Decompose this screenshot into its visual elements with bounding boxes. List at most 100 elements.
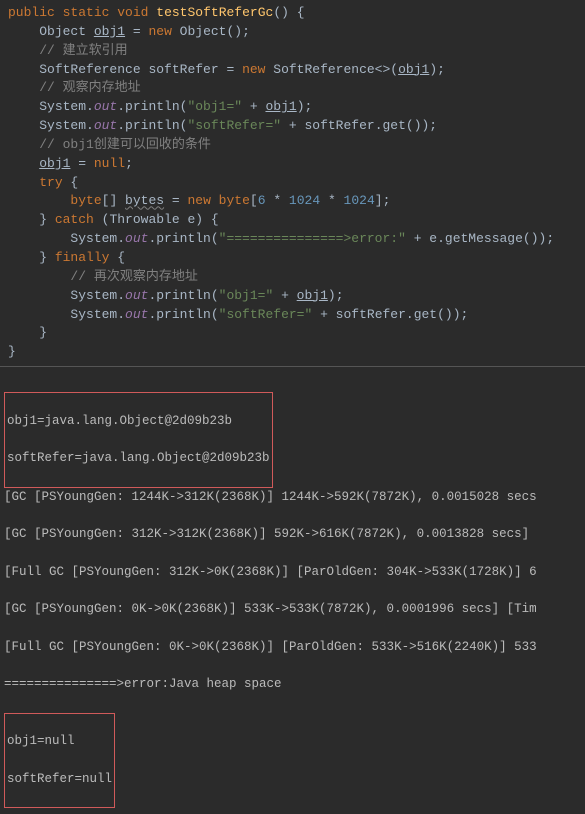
code-line: // obj1创建可以回收的条件 [8, 136, 577, 155]
code-line: System.out.println("obj1=" + obj1); [8, 98, 577, 117]
punct: () { [273, 5, 304, 20]
keyword-null: null [94, 156, 125, 171]
console-line-error: ===============>error:Java heap space [4, 675, 581, 694]
console-line-gc: [GC [PSYoungGen: 0K->0K(2368K)] 533K->53… [4, 600, 581, 619]
keyword-new: new [187, 193, 210, 208]
code-line: // 建立软引用 [8, 42, 577, 61]
field-out: out [94, 99, 117, 114]
code-line: obj1 = null; [8, 155, 577, 174]
string: "===============>error:" [219, 231, 406, 246]
field-out: out [94, 118, 117, 133]
ctor: SoftReference<>( [265, 62, 398, 77]
console-line: obj1=java.lang.Object@2d09b23b [7, 412, 270, 431]
code-line: } finally { [8, 249, 577, 268]
keyword-new: new [242, 62, 265, 77]
arr: [] [102, 193, 125, 208]
comment: // 建立软引用 [39, 43, 127, 58]
op: * [320, 193, 343, 208]
dot: .println( [148, 307, 218, 322]
tail: + e.getMessage()); [406, 231, 554, 246]
field-out: out [125, 288, 148, 303]
console-output[interactable]: obj1=java.lang.Object@2d09b23b softRefer… [0, 366, 585, 814]
eq: = [164, 193, 187, 208]
field-out: out [125, 231, 148, 246]
punct: ); [297, 99, 313, 114]
num: 1024 [289, 193, 320, 208]
string: "obj1=" [219, 288, 274, 303]
dot: .println( [117, 99, 187, 114]
arg-obj1: obj1 [398, 62, 429, 77]
comment: // obj1创建可以回收的条件 [39, 137, 211, 152]
arg: obj1 [265, 99, 296, 114]
sys: System. [70, 307, 125, 322]
dot: .println( [148, 231, 218, 246]
plus: + [242, 99, 265, 114]
code-line: System.out.println("softRefer=" + softRe… [8, 117, 577, 136]
brace: { [109, 250, 125, 265]
sys: System. [39, 118, 94, 133]
code-line: System.out.println("softRefer=" + softRe… [8, 306, 577, 325]
arg: obj1 [297, 288, 328, 303]
code-line: System.out.println("===============>erro… [8, 230, 577, 249]
type-softref: SoftReference [39, 62, 140, 77]
brace: } [39, 212, 55, 227]
type-byte: byte [70, 193, 101, 208]
brace: { [63, 175, 79, 190]
sys: System. [70, 231, 125, 246]
type-byte: byte [211, 193, 250, 208]
string: "obj1=" [187, 99, 242, 114]
sys: System. [39, 99, 94, 114]
code-line: } [8, 343, 577, 362]
code-line: } [8, 324, 577, 343]
sys: System. [70, 288, 125, 303]
code-editor[interactable]: public static void testSoftReferGc() { O… [0, 0, 585, 366]
type-object: Object [39, 24, 86, 39]
keyword-catch: catch [55, 212, 94, 227]
highlight-box-2: obj1=null softRefer=null [4, 713, 115, 809]
brace: } [39, 250, 55, 265]
comment: // 观察内存地址 [39, 80, 140, 95]
var: softRefer = [141, 62, 242, 77]
var-obj1: obj1 [94, 24, 125, 39]
console-line: obj1=null [7, 732, 112, 751]
punct: ); [328, 288, 344, 303]
var-bytes: bytes [125, 193, 164, 208]
console-line-gc: [GC [PSYoungGen: 1244K->312K(2368K)] 124… [4, 488, 581, 507]
br: [ [250, 193, 258, 208]
method-name: testSoftReferGc [156, 5, 273, 20]
keyword-static: static [63, 5, 110, 20]
code-line: Object obj1 = new Object(); [8, 23, 577, 42]
num: 6 [258, 193, 266, 208]
tail: + softRefer.get()); [312, 307, 468, 322]
eq: = [125, 24, 148, 39]
code-line: public static void testSoftReferGc() { [8, 4, 577, 23]
keyword-finally: finally [55, 250, 110, 265]
field-out: out [125, 307, 148, 322]
brace: } [39, 325, 47, 340]
string: "softRefer=" [219, 307, 313, 322]
ctor: Object(); [172, 24, 250, 39]
param: (Throwable e) { [94, 212, 219, 227]
string: "softRefer=" [187, 118, 281, 133]
tail: + softRefer.get()); [281, 118, 437, 133]
keyword-void: void [117, 5, 148, 20]
console-line: softRefer=java.lang.Object@2d09b23b [7, 449, 270, 468]
code-line: byte[] bytes = new byte[6 * 1024 * 1024]… [8, 192, 577, 211]
console-line-gc: [Full GC [PSYoungGen: 0K->0K(2368K)] [Pa… [4, 638, 581, 657]
comment: // 再次观察内存地址 [70, 269, 197, 284]
var-obj1: obj1 [39, 156, 70, 171]
code-line: // 观察内存地址 [8, 79, 577, 98]
dot: .println( [117, 118, 187, 133]
console-line-gc: [GC [PSYoungGen: 312K->312K(2368K)] 592K… [4, 525, 581, 544]
punct: ); [429, 62, 445, 77]
brace: } [8, 344, 16, 359]
punct: ]; [375, 193, 391, 208]
dot: .println( [148, 288, 218, 303]
code-line: SoftReference softRefer = new SoftRefere… [8, 61, 577, 80]
punct: ; [125, 156, 133, 171]
code-line: } catch (Throwable e) { [8, 211, 577, 230]
highlight-box-1: obj1=java.lang.Object@2d09b23b softRefer… [4, 392, 273, 488]
keyword-new: new [148, 24, 171, 39]
code-line: try { [8, 174, 577, 193]
eq: = [70, 156, 93, 171]
